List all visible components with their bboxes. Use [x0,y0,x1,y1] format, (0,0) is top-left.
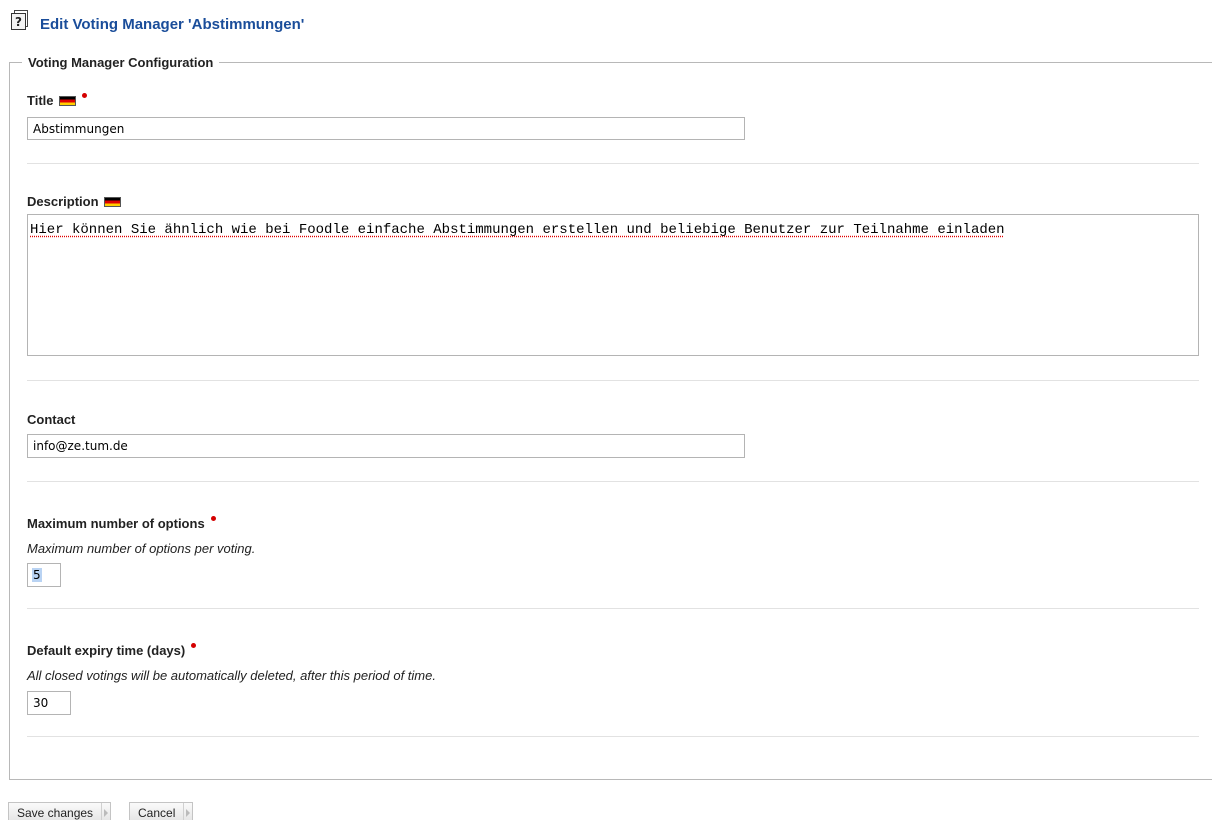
contact-input[interactable]: info@ze.tum.de [27,434,745,458]
page: ? Edit Voting Manager 'Abstimmungen' Vot… [0,0,1212,820]
save-changes-button[interactable]: Save changes [8,802,112,820]
divider [27,163,1199,164]
contact-label: Contact [27,412,76,427]
divider [27,608,1199,609]
divider [27,481,1199,482]
expiry-label: Default expiry time (days) [27,643,197,658]
expiry-hint: All closed votings will be automatically… [27,668,436,683]
divider [27,736,1199,737]
fieldset-legend: Voting Manager Configuration [28,55,214,70]
max-options-input[interactable]: 5 [27,563,61,587]
divider [27,380,1199,381]
page-title: Edit Voting Manager 'Abstimmungen' [40,16,305,33]
max-options-label: Maximum number of options [27,516,216,531]
title-label: Title [27,93,87,108]
title-input[interactable]: Abstimmungen [27,117,745,140]
expiry-days-input[interactable]: 30 [27,691,71,715]
help-document-icon: ? [11,10,29,30]
description-label: Description [27,194,121,209]
max-options-hint: Maximum number of options per voting. [27,541,256,556]
required-marker-icon [191,643,197,648]
german-flag-icon [103,196,121,207]
required-marker-icon [81,93,87,98]
required-marker-icon [210,516,216,521]
description-textarea[interactable]: Hier können Sie ähnlich wie bei Foodle e… [27,214,1199,356]
german-flag-icon [58,95,76,106]
chevron-right-icon [183,803,192,820]
page-header: ? Edit Voting Manager 'Abstimmungen' [11,10,305,33]
cancel-button[interactable]: Cancel [129,802,194,820]
chevron-right-icon [101,803,110,820]
